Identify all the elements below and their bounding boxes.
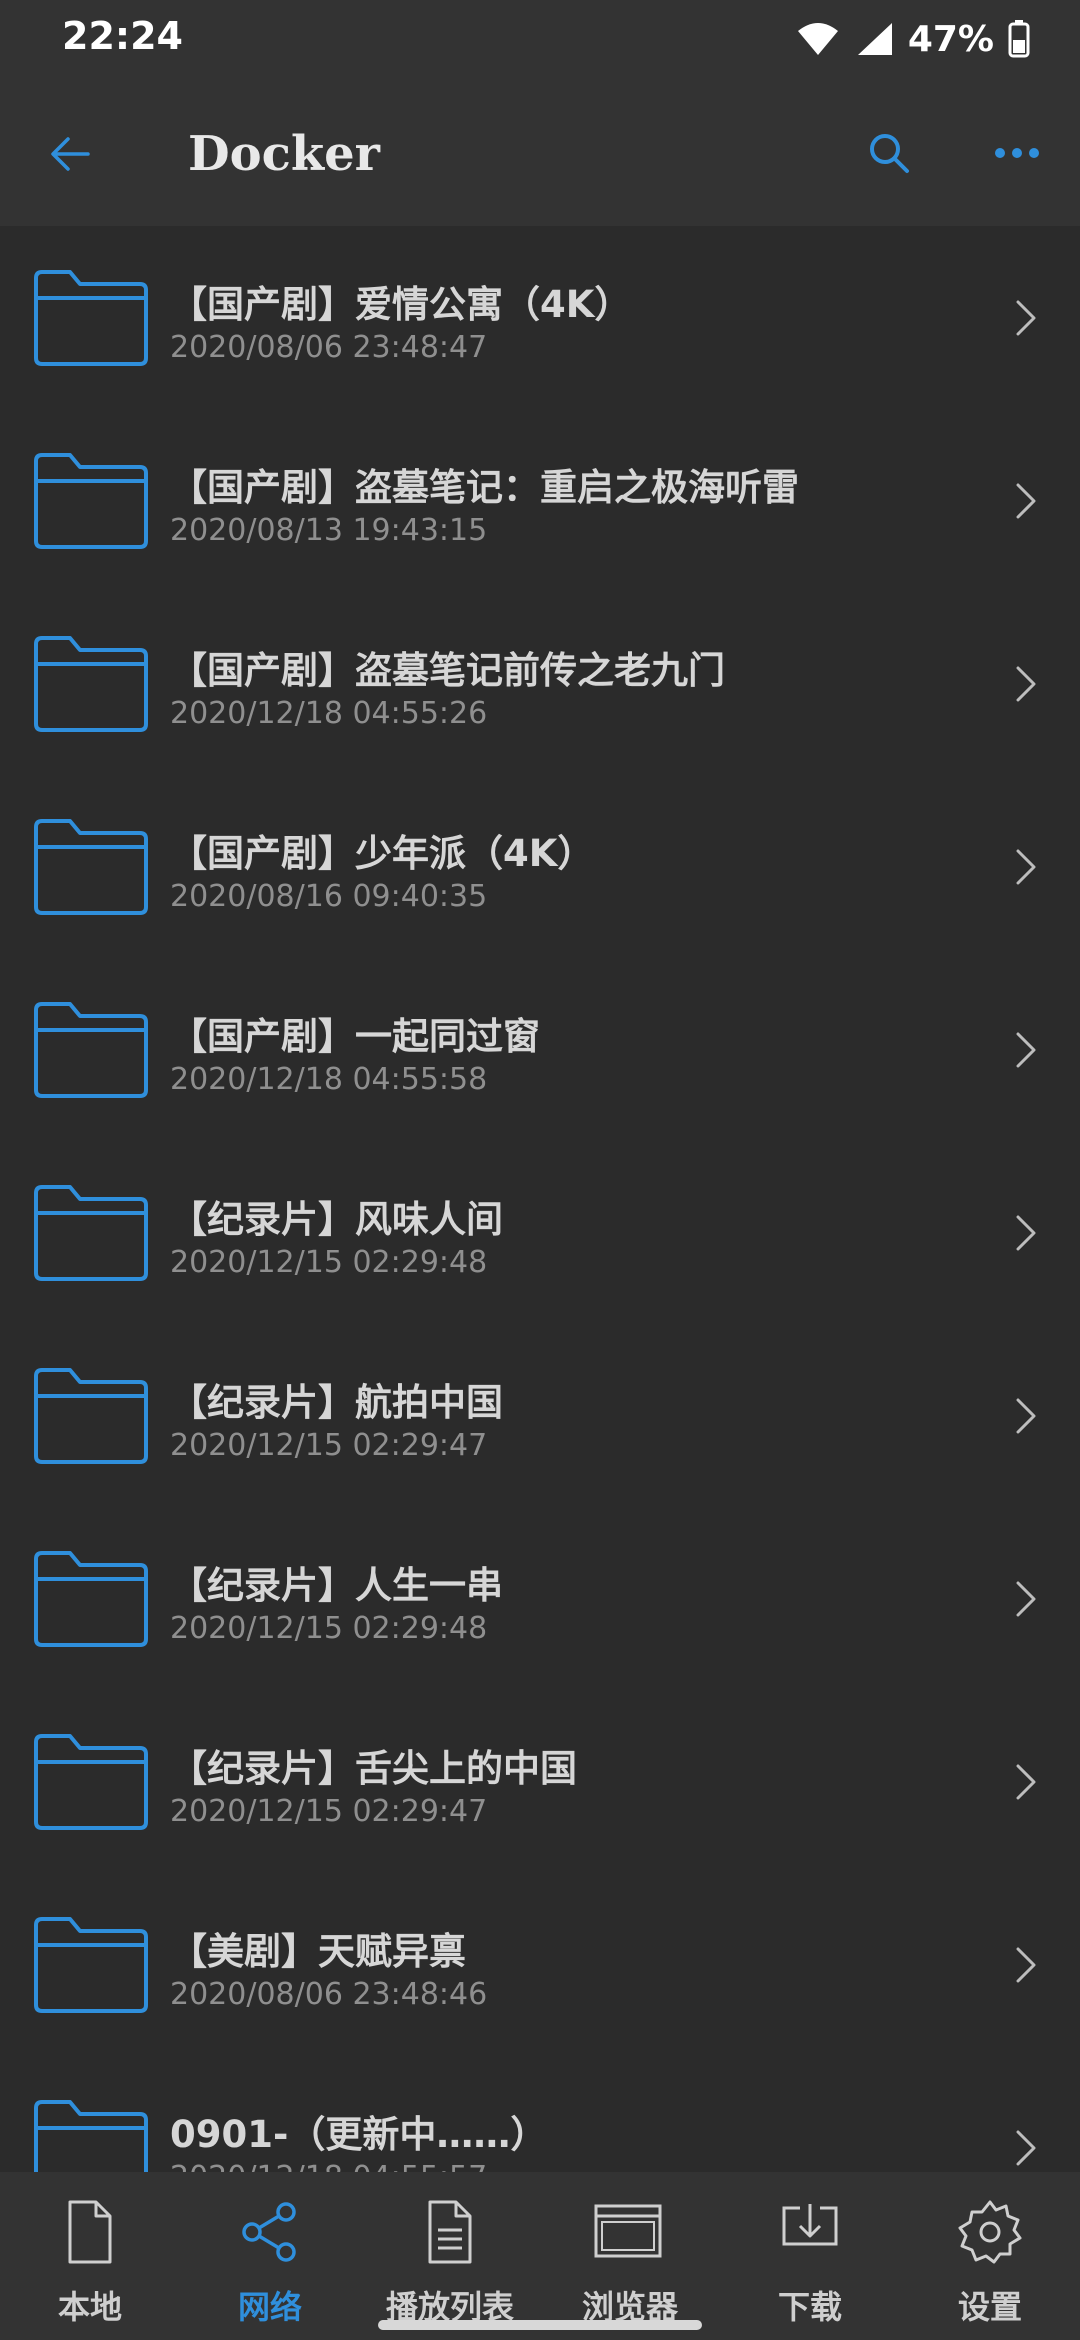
chevron-right-icon: [1016, 1032, 1036, 1068]
download-icon: [782, 2204, 838, 2246]
folder-date: 2020/12/18 04:55:58: [170, 1062, 488, 1097]
page-title: Docker: [188, 126, 380, 182]
more-horizontal-icon: [995, 148, 1039, 158]
search-button[interactable]: [856, 120, 922, 186]
bottom-navigation: 本地 网络 播放列表 浏览器 下载 设置: [0, 2172, 1080, 2340]
folder-icon: [34, 453, 148, 549]
back-button[interactable]: [38, 122, 102, 186]
folder-title: 【国产剧】爱情公寓（4K）: [170, 283, 632, 326]
playlist-document-icon: [428, 2200, 472, 2264]
nav-item-network[interactable]: 网络: [180, 2172, 360, 2340]
status-bar: 22:24 47%: [0, 0, 1080, 80]
folder-date: 2020/12/18 04:55:57: [170, 2160, 487, 2172]
folder-list[interactable]: 【国产剧】爱情公寓（4K） 2020/08/06 23:48:47 【国产剧】盗墓笔…: [0, 226, 1080, 2172]
folder-title: 【纪录片】航拍中国: [170, 1381, 503, 1424]
folder-date: 2020/08/06 23:48:47: [170, 330, 488, 365]
folder-row[interactable]: 【纪录片】人生一串 2020/12/15 02:29:48: [0, 1507, 1080, 1690]
folder-title: 【国产剧】少年派（4K）: [170, 832, 595, 875]
folder-title: 【国产剧】盗墓笔记：重启之极海听雷: [170, 466, 799, 509]
folder-row[interactable]: 【国产剧】爱情公寓（4K） 2020/08/06 23:48:47: [0, 226, 1080, 409]
nav-label-settings: 设置: [957, 2288, 1022, 2326]
folder-title: 【国产剧】盗墓笔记前传之老九门: [170, 649, 725, 692]
file-icon: [68, 2200, 112, 2264]
folder-row[interactable]: 【纪录片】舌尖上的中国 2020/12/15 02:29:47: [0, 1690, 1080, 1873]
nav-label-network: 网络: [237, 2288, 302, 2326]
chevron-right-icon: [1016, 483, 1036, 519]
folder-date: 2020/12/18 04:55:26: [170, 696, 488, 731]
more-options-button[interactable]: [984, 120, 1050, 186]
signal-icon: [857, 23, 892, 55]
nav-item-download[interactable]: 下载: [720, 2172, 900, 2340]
battery-icon: [1008, 20, 1030, 58]
folder-date: 2020/12/15 02:29:48: [170, 1611, 488, 1646]
battery-percent: 47%: [907, 18, 994, 60]
folder-date: 2020/12/15 02:29:48: [170, 1245, 488, 1280]
folder-row[interactable]: 【国产剧】少年派（4K） 2020/08/16 09:40:35: [0, 775, 1080, 958]
chevron-right-icon: [1016, 1398, 1036, 1434]
nav-item-settings[interactable]: 设置: [900, 2172, 1080, 2340]
folder-row[interactable]: 【国产剧】一起同过窗 2020/12/18 04:55:58: [0, 958, 1080, 1141]
folder-icon: [34, 1368, 148, 1464]
chevron-right-icon: [1016, 849, 1036, 885]
folder-row[interactable]: 【美剧】天赋异禀 2020/08/06 23:48:46: [0, 1873, 1080, 2056]
chevron-right-icon: [1016, 1947, 1036, 1983]
chevron-right-icon: [1016, 1215, 1036, 1251]
nav-item-local[interactable]: 本地: [0, 2172, 180, 2340]
folder-date: 2020/08/13 19:43:15: [170, 513, 488, 548]
status-icons: 47%: [796, 14, 1030, 64]
chevron-right-icon: [1016, 1581, 1036, 1617]
folder-row[interactable]: 【国产剧】盗墓笔记前传之老九门 2020/12/18 04:55:26: [0, 592, 1080, 775]
folder-icon: [34, 270, 148, 366]
folder-icon: [34, 1185, 148, 1281]
folder-title: 【纪录片】人生一串: [170, 1564, 503, 1607]
folder-title: 【国产剧】一起同过窗: [170, 1015, 540, 1058]
chevron-right-icon: [1016, 300, 1036, 336]
chevron-right-icon: [1016, 2130, 1036, 2166]
folder-date: 2020/08/06 23:48:46: [170, 1977, 488, 2012]
nav-item-playlist[interactable]: 播放列表: [360, 2172, 540, 2340]
screen: 22:24 47% Docker 【国产剧】爱情公寓（4K） 2020/08/0…: [0, 0, 1080, 2340]
folder-row[interactable]: 【纪录片】航拍中国 2020/12/15 02:29:47: [0, 1324, 1080, 1507]
folder-title: 【美剧】天赋异禀: [170, 1930, 466, 1973]
folder-icon: [34, 1002, 148, 1098]
share-network-icon: [242, 2202, 296, 2262]
nav-label-local: 本地: [57, 2288, 122, 2326]
nav-label-download: 下载: [777, 2288, 842, 2326]
folder-date: 2020/12/15 02:29:47: [170, 1794, 488, 1829]
folder-date: 2020/12/15 02:29:47: [170, 1428, 488, 1463]
folder-icon: [34, 636, 148, 732]
folder-icon: [34, 819, 148, 915]
app-bar: Docker: [0, 80, 1080, 226]
nav-item-browser[interactable]: 浏览器: [540, 2172, 720, 2340]
folder-row[interactable]: 【国产剧】盗墓笔记：重启之极海听雷 2020/08/13 19:43:15: [0, 409, 1080, 592]
gear-icon: [958, 2200, 1022, 2264]
status-time: 22:24: [62, 14, 183, 58]
folder-icon: [34, 1917, 148, 2013]
arrow-left-icon: [51, 137, 90, 171]
browser-window-icon: [594, 2204, 662, 2258]
folder-date: 2020/08/16 09:40:35: [170, 879, 488, 914]
search-icon: [870, 134, 909, 173]
folder-icon: [34, 1734, 148, 1830]
home-indicator[interactable]: [378, 2320, 702, 2330]
wifi-icon: [797, 23, 838, 55]
folder-title: 【纪录片】舌尖上的中国: [170, 1747, 577, 1790]
chevron-right-icon: [1016, 1764, 1036, 1800]
folder-icon: [34, 1551, 148, 1647]
folder-row[interactable]: 【纪录片】风味人间 2020/12/15 02:29:48: [0, 1141, 1080, 1324]
folder-row[interactable]: 0901-（更新中……） 2020/12/18 04:55:57: [0, 2056, 1080, 2172]
folder-icon: [34, 2100, 148, 2172]
chevron-right-icon: [1016, 666, 1036, 702]
folder-title: 0901-（更新中……）: [170, 2113, 548, 2156]
folder-title: 【纪录片】风味人间: [170, 1198, 503, 1241]
